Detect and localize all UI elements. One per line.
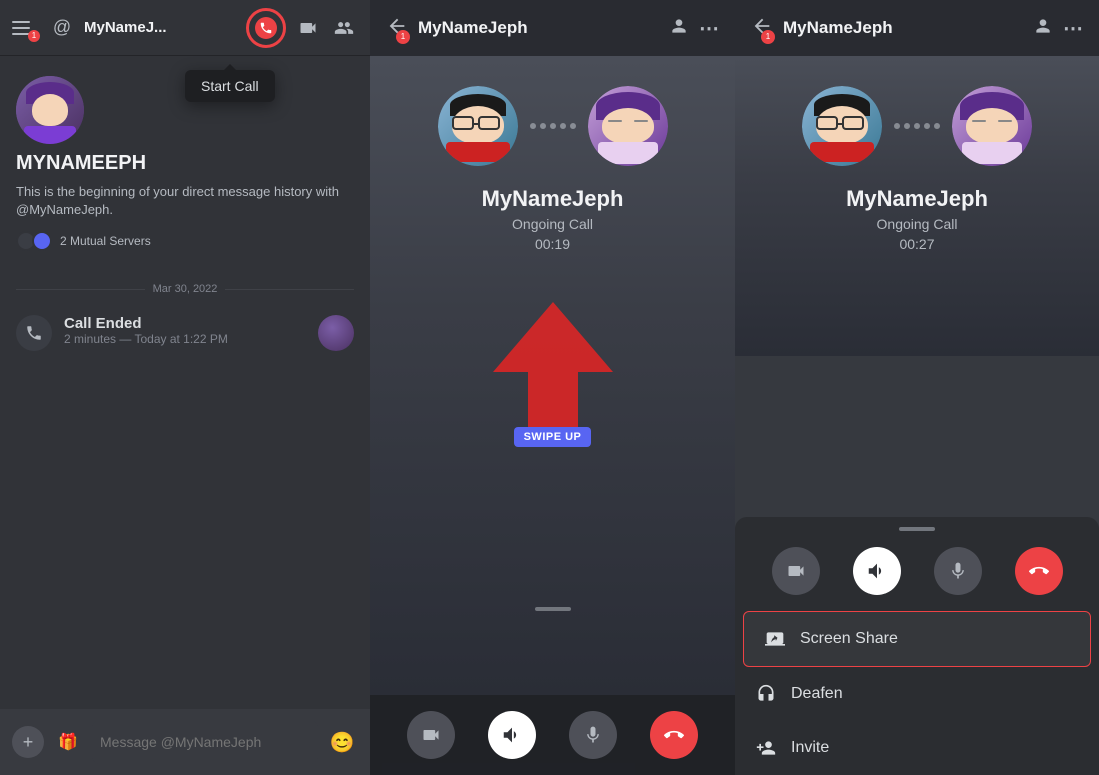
call-controls — [370, 695, 735, 775]
call-menu-header: 1 MyNameJeph ⋯ — [735, 0, 1099, 56]
friends-icon[interactable] — [330, 14, 358, 42]
mutual-avatar-2 — [32, 231, 52, 251]
message-input[interactable] — [92, 720, 318, 764]
swipe-arrow — [493, 302, 613, 437]
call-avatar-remote — [588, 86, 668, 166]
chat-header: 1 @ MyNameJ... — [0, 0, 370, 56]
add-button[interactable]: + — [12, 726, 44, 758]
bottom-sheet: Screen Share Deafen Invite — [735, 517, 1099, 775]
dot-2 — [540, 123, 546, 129]
speaker-button[interactable] — [488, 711, 536, 759]
dot-1 — [530, 123, 536, 129]
call-background: MyNameJeph Ongoing Call 00:19 SWIPE UP — [370, 56, 735, 695]
end-call-button[interactable] — [650, 711, 698, 759]
chat-bottom-bar: + 🎁 😊 — [0, 709, 370, 775]
dot-3 — [550, 123, 556, 129]
invite-menu-item[interactable]: Invite — [735, 721, 1099, 775]
hamburger-icon[interactable]: 1 — [12, 14, 40, 42]
profile-name: MYNAMEEPH — [16, 152, 354, 175]
call-ended-content: Call Ended 2 minutes — Today at 1:22 PM — [64, 315, 306, 346]
back-icon-wrapper-2[interactable]: 1 — [751, 15, 773, 42]
pull-indicator — [535, 607, 571, 611]
chat-panel: 1 @ MyNameJ... — [0, 0, 370, 775]
swipe-up-badge: SWIPE UP — [514, 427, 592, 447]
start-call-icon-wrapper[interactable] — [246, 8, 286, 48]
start-call-tooltip: Start Call — [185, 70, 275, 102]
call-status-text: Ongoing Call — [512, 216, 593, 232]
emoji-button[interactable]: 😊 — [326, 726, 358, 758]
back-icon-wrapper[interactable]: 1 — [386, 15, 408, 42]
mutual-servers: 2 Mutual Servers — [16, 231, 354, 251]
sheet-video-button[interactable] — [772, 547, 820, 595]
call-menu-header-username: MyNameJeph — [783, 18, 1023, 38]
screen-share-icon — [764, 628, 786, 650]
dot-4 — [560, 123, 566, 129]
call-panel: 1 MyNameJeph ⋯ — [370, 0, 735, 775]
invite-icon — [755, 737, 777, 759]
call-header-username: MyNameJeph — [418, 18, 659, 38]
date-divider: Mar 30, 2022 — [16, 283, 354, 295]
deafen-menu-item[interactable]: Deafen — [735, 667, 1099, 721]
video-toggle-button[interactable] — [407, 711, 455, 759]
phone-icon — [255, 17, 277, 39]
call-menu-background: MyNameJeph Ongoing Call 00:27 — [735, 56, 1099, 356]
sheet-controls-row — [735, 531, 1099, 611]
avatar — [16, 76, 84, 144]
call-menu-status-text: Ongoing Call — [877, 216, 958, 232]
call-menu-person-icon[interactable] — [1033, 16, 1053, 41]
call-menu-dots — [894, 123, 940, 129]
sheet-mic-button[interactable] — [934, 547, 982, 595]
call-menu-user-name: MyNameJeph — [846, 186, 988, 212]
chat-header-username: MyNameJ... — [84, 19, 238, 36]
screen-share-label: Screen Share — [800, 630, 898, 648]
back-badge-2: 1 — [761, 30, 775, 44]
more-icon-2[interactable]: ⋯ — [1063, 16, 1083, 41]
call-menu-timer: 00:27 — [899, 236, 934, 252]
call-user-name: MyNameJeph — [482, 186, 624, 212]
call-avatars-row — [438, 86, 668, 166]
call-timer: 00:19 — [535, 236, 570, 252]
hamburger-badge: 1 — [28, 30, 40, 42]
call-menu-avatar-local — [802, 86, 882, 166]
profile-desc: This is the beginning of your direct mes… — [16, 183, 354, 219]
profile-section: MYNAMEEPH This is the beginning of your … — [16, 76, 354, 251]
sheet-speaker-button[interactable] — [853, 547, 901, 595]
call-header: 1 MyNameJeph ⋯ — [370, 0, 735, 56]
mutual-servers-text: 2 Mutual Servers — [60, 234, 151, 248]
swipe-up-section: SWIPE UP — [493, 282, 613, 447]
call-ended-title: Call Ended — [64, 315, 306, 332]
call-person-icon[interactable] — [669, 16, 689, 41]
gift-button[interactable]: 🎁 — [52, 726, 84, 758]
call-ended-message: Call Ended 2 minutes — Today at 1:22 PM — [16, 311, 354, 355]
call-dots-indicator — [530, 123, 576, 129]
back-badge: 1 — [396, 30, 410, 44]
sheet-end-call-button[interactable] — [1015, 547, 1063, 595]
call-menu-avatars — [802, 86, 1032, 166]
chat-content: MYNAMEEPH This is the beginning of your … — [0, 56, 370, 709]
more-icon[interactable]: ⋯ — [699, 16, 719, 41]
call-ended-icon — [16, 315, 52, 351]
call-avatar-local — [438, 86, 518, 166]
call-menu-avatar-remote — [952, 86, 1032, 166]
screen-share-menu-item[interactable]: Screen Share — [743, 611, 1091, 667]
mic-button[interactable] — [569, 711, 617, 759]
menu-icon-group[interactable]: 1 — [12, 14, 40, 42]
dot-5 — [570, 123, 576, 129]
call-ended-subtitle: 2 minutes — Today at 1:22 PM — [64, 332, 306, 346]
deafen-label: Deafen — [791, 685, 843, 703]
video-call-icon[interactable] — [294, 14, 322, 42]
call-icon-circle[interactable] — [246, 8, 286, 48]
call-ended-avatar — [318, 315, 354, 351]
at-icon: @ — [48, 14, 76, 42]
deafen-icon — [755, 683, 777, 705]
invite-label: Invite — [791, 739, 829, 757]
call-menu-panel: 1 MyNameJeph ⋯ — [735, 0, 1099, 775]
